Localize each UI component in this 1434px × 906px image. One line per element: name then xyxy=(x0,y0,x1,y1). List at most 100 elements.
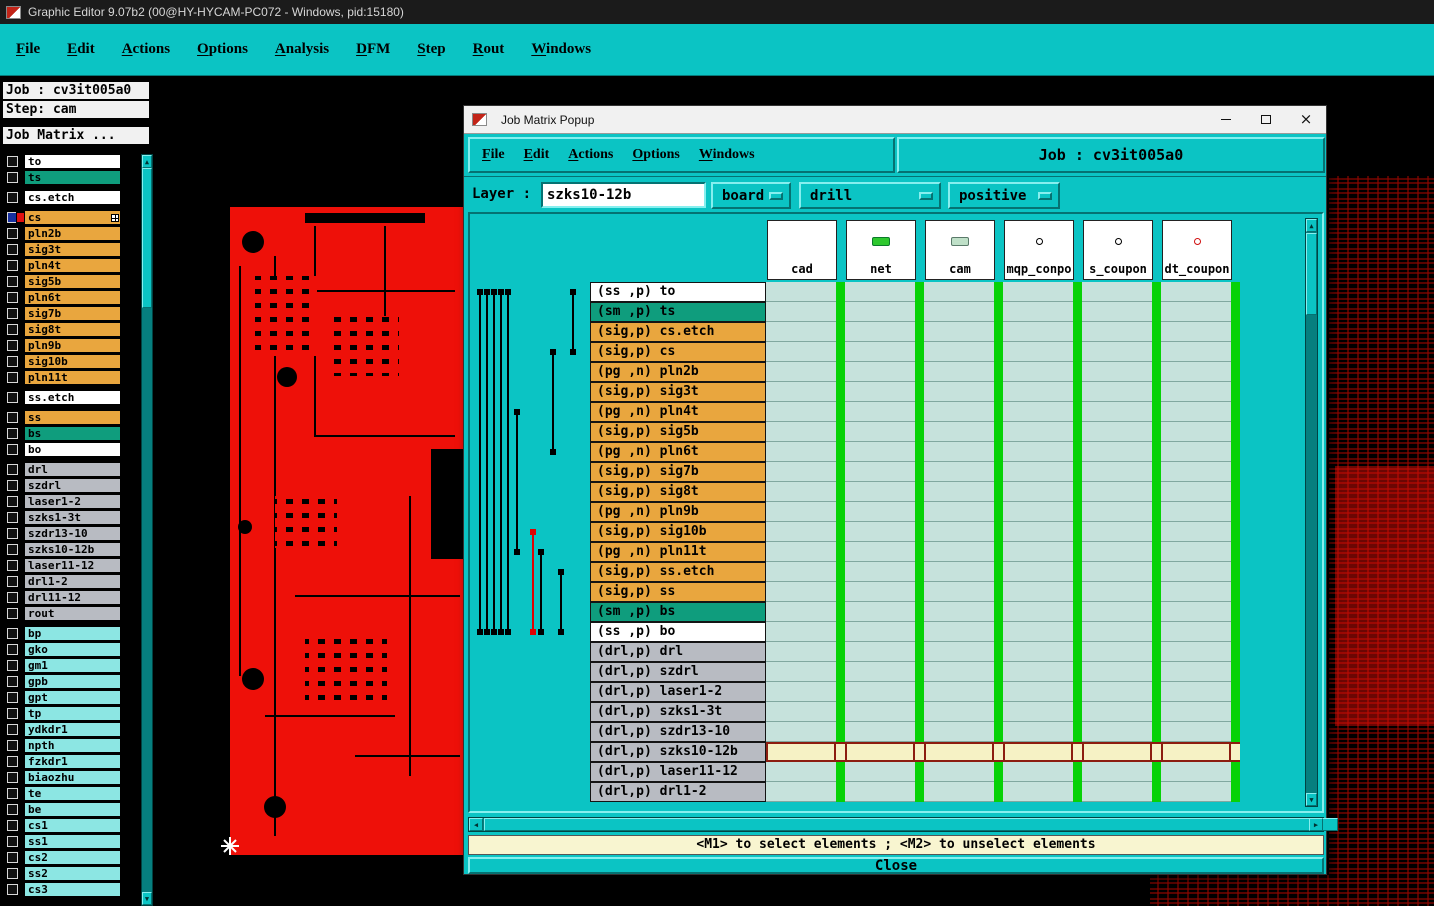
matrix-cell-drl-mqp_conpo[interactable] xyxy=(1003,642,1073,662)
layer-item-bp[interactable]: bp xyxy=(2,626,140,641)
matrix-cell-szks10-12b-s_coupon[interactable] xyxy=(1082,742,1152,762)
layer-checkbox[interactable] xyxy=(7,724,18,735)
matrix-cell-pln11t-dt_coupon[interactable] xyxy=(1161,542,1231,562)
layer-label[interactable]: bo xyxy=(24,442,121,457)
matrix-cell-sig3t-mqp_conpo[interactable] xyxy=(1003,382,1073,402)
matrix-cell-sig7b-dt_coupon[interactable] xyxy=(1161,462,1231,482)
layer-label[interactable]: pln9b xyxy=(24,338,121,353)
layer-checkbox[interactable] xyxy=(7,628,18,639)
layer-checkbox[interactable] xyxy=(7,592,18,603)
layer-checkbox[interactable] xyxy=(7,276,18,287)
matrix-cell-ss.etch-cad[interactable] xyxy=(766,562,836,582)
matrix-cell-pln6t-s_coupon[interactable] xyxy=(1082,442,1152,462)
matrix-cell-pln2b-net[interactable] xyxy=(845,362,915,382)
layer-checkbox[interactable] xyxy=(7,444,18,455)
layer-checkbox[interactable] xyxy=(7,836,18,847)
layer-checkbox[interactable] xyxy=(7,756,18,767)
matrix-cell-to-cad[interactable] xyxy=(766,282,836,302)
matrix-cell-pln2b-dt_coupon[interactable] xyxy=(1161,362,1231,382)
matrix-row-label[interactable]: (ss ,p) to xyxy=(590,282,766,302)
layer-checkbox[interactable] xyxy=(7,708,18,719)
matrix-cell-ss-net[interactable] xyxy=(845,582,915,602)
layer-checkbox[interactable] xyxy=(7,412,18,423)
matrix-column-header-net[interactable]: net xyxy=(846,220,916,280)
matrix-cell-cs.etch-mqp_conpo[interactable] xyxy=(1003,322,1073,342)
menu-edit[interactable]: Edit xyxy=(67,41,95,58)
matrix-cell-szdr13-10-s_coupon[interactable] xyxy=(1082,722,1152,742)
matrix-cell-drl1-2-dt_coupon[interactable] xyxy=(1161,782,1231,802)
layer-checkbox[interactable] xyxy=(7,740,18,751)
matrix-cell-laser11-12-net[interactable] xyxy=(845,762,915,782)
matrix-cell-szks10-12b-dt_coupon[interactable] xyxy=(1161,742,1231,762)
matrix-row-label[interactable]: (pg ,n) pln9b xyxy=(590,502,766,522)
scrollbar-thumb[interactable] xyxy=(142,168,152,308)
matrix-cell-bo-s_coupon[interactable] xyxy=(1082,622,1152,642)
layer-item-cs[interactable]: cs xyxy=(2,210,140,225)
layer-checkbox[interactable] xyxy=(7,820,18,831)
matrix-column-header-mqp_conpo[interactable]: mqp_conpo xyxy=(1004,220,1074,280)
layer-checkbox[interactable] xyxy=(7,852,18,863)
matrix-row-label[interactable]: (sig,p) cs xyxy=(590,342,766,362)
layer-label[interactable]: gko xyxy=(24,642,121,657)
layer-label[interactable]: te xyxy=(24,786,121,801)
layer-label[interactable]: pln4t xyxy=(24,258,121,273)
matrix-row-label[interactable]: (sig,p) sig5b xyxy=(590,422,766,442)
layer-label[interactable]: drl11-12 xyxy=(24,590,121,605)
layer-checkbox[interactable] xyxy=(7,192,18,203)
scroll-up-icon[interactable]: ▲ xyxy=(1306,219,1317,232)
layer-checkbox[interactable] xyxy=(7,244,18,255)
matrix-cell-cs.etch-dt_coupon[interactable] xyxy=(1161,322,1231,342)
matrix-cell-pln9b-net[interactable] xyxy=(845,502,915,522)
matrix-cell-laser11-12-s_coupon[interactable] xyxy=(1082,762,1152,782)
matrix-row-label[interactable]: (sm ,p) bs xyxy=(590,602,766,622)
layer-checkbox[interactable] xyxy=(7,228,18,239)
matrix-cell-laser1-2-dt_coupon[interactable] xyxy=(1161,682,1231,702)
layer-label[interactable]: drl1-2 xyxy=(24,574,121,589)
matrix-cell-sig5b-dt_coupon[interactable] xyxy=(1161,422,1231,442)
matrix-cell-szks10-12b-net[interactable] xyxy=(845,742,915,762)
matrix-cell-pln11t-net[interactable] xyxy=(845,542,915,562)
matrix-cell-sig3t-dt_coupon[interactable] xyxy=(1161,382,1231,402)
matrix-cell-szks1-3t-cad[interactable] xyxy=(766,702,836,722)
layer-item-pln2b[interactable]: pln2b xyxy=(2,226,140,241)
matrix-cell-sig8t-s_coupon[interactable] xyxy=(1082,482,1152,502)
layer-item-tp[interactable]: tp xyxy=(2,706,140,721)
layer-label[interactable]: laser1-2 xyxy=(24,494,121,509)
matrix-cell-pln6t-cam[interactable] xyxy=(924,442,994,462)
layer-item-rout[interactable]: rout xyxy=(2,606,140,621)
matrix-cell-sig5b-cad[interactable] xyxy=(766,422,836,442)
matrix-row-label[interactable]: (pg ,n) pln11t xyxy=(590,542,766,562)
matrix-cell-szdrl-dt_coupon[interactable] xyxy=(1161,662,1231,682)
matrix-cell-szdrl-cad[interactable] xyxy=(766,662,836,682)
layer-checkbox[interactable] xyxy=(7,608,18,619)
matrix-cell-pln2b-s_coupon[interactable] xyxy=(1082,362,1152,382)
matrix-cell-pln9b-cad[interactable] xyxy=(766,502,836,522)
matrix-cell-laser11-12-cad[interactable] xyxy=(766,762,836,782)
context-dropdown[interactable]: board xyxy=(711,182,791,209)
matrix-row-label[interactable]: (sig,p) sig8t xyxy=(590,482,766,502)
matrix-cell-cs.etch-cad[interactable] xyxy=(766,322,836,342)
layer-label[interactable]: sig3t xyxy=(24,242,121,257)
layer-checkbox[interactable] xyxy=(7,772,18,783)
matrix-cell-sig10b-cad[interactable] xyxy=(766,522,836,542)
matrix-cell-bo-cam[interactable] xyxy=(924,622,994,642)
layer-checkbox[interactable] xyxy=(7,428,18,439)
matrix-cell-cs-s_coupon[interactable] xyxy=(1082,342,1152,362)
matrix-cell-pln11t-mqp_conpo[interactable] xyxy=(1003,542,1073,562)
layer-label[interactable]: cs3 xyxy=(24,882,121,897)
layer-item-pln11t[interactable]: pln11t xyxy=(2,370,140,385)
matrix-row-label[interactable]: (drl,p) laser1-2 xyxy=(590,682,766,702)
layer-label[interactable]: rout xyxy=(24,606,121,621)
matrix-cell-sig7b-mqp_conpo[interactable] xyxy=(1003,462,1073,482)
matrix-cell-pln4t-cam[interactable] xyxy=(924,402,994,422)
matrix-cell-drl-net[interactable] xyxy=(845,642,915,662)
layer-checkbox[interactable] xyxy=(7,496,18,507)
layer-label[interactable]: szdrl xyxy=(24,478,121,493)
layer-item-pln6t[interactable]: pln6t xyxy=(2,290,140,305)
matrix-cell-szks10-12b-cam[interactable] xyxy=(924,742,994,762)
layer-label[interactable]: ss1 xyxy=(24,834,121,849)
matrix-cell-laser1-2-mqp_conpo[interactable] xyxy=(1003,682,1073,702)
matrix-cell-laser1-2-s_coupon[interactable] xyxy=(1082,682,1152,702)
matrix-cell-ss.etch-mqp_conpo[interactable] xyxy=(1003,562,1073,582)
matrix-cell-laser11-12-dt_coupon[interactable] xyxy=(1161,762,1231,782)
